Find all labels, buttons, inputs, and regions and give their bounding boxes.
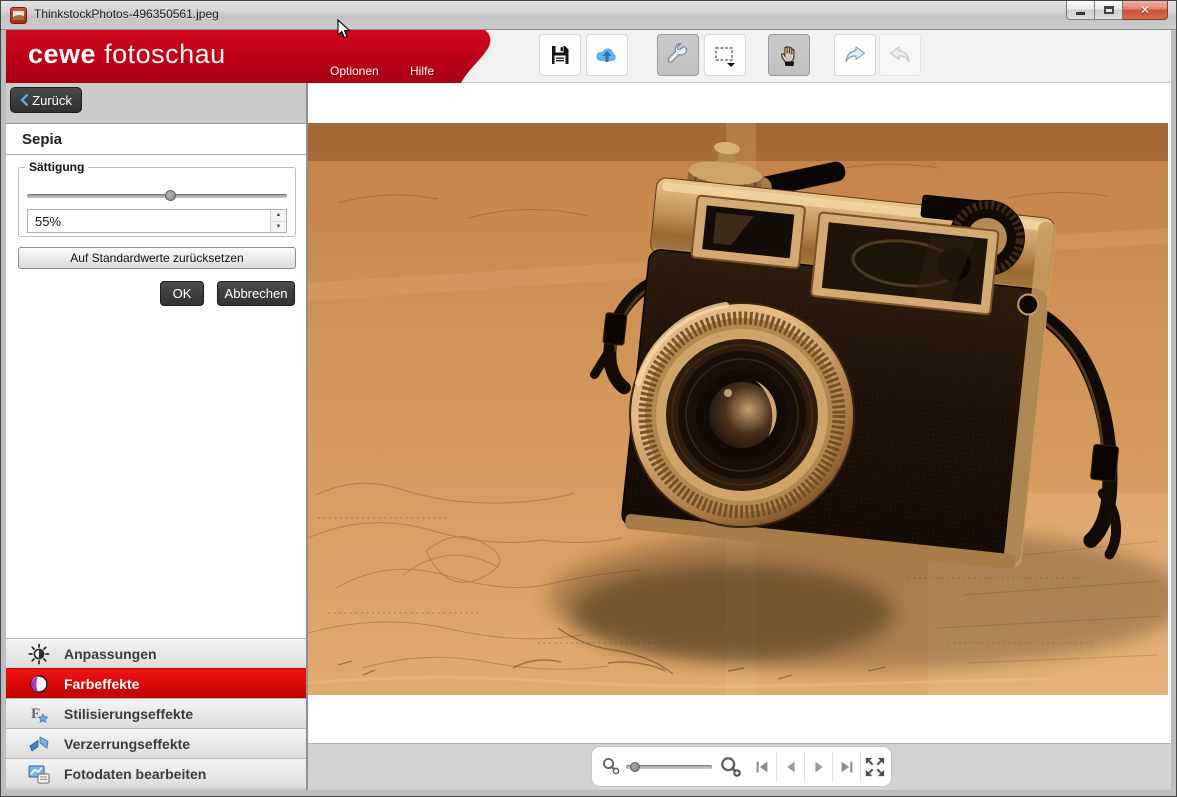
zoom-in-button[interactable] [718, 754, 744, 780]
menu-hilfe[interactable]: Hilfe [410, 64, 434, 78]
menu-optionen[interactable]: Optionen [330, 64, 379, 78]
close-icon: ✕ [1140, 3, 1150, 17]
color-drop-icon [28, 673, 50, 695]
back-label: Zurück [32, 93, 72, 108]
app-body: Zurück Sepia Sättigung 55% ▲ ▼ [6, 83, 1171, 790]
upload-button[interactable] [586, 34, 628, 76]
magnifier-minus-icon [600, 756, 622, 778]
content-column [308, 83, 1171, 790]
minimize-button[interactable] [1066, 1, 1095, 20]
expand-arrows-icon [864, 756, 886, 778]
selection-rectangle-icon [712, 42, 738, 68]
arrow-up-icon: ▲ [276, 212, 282, 218]
cancel-button[interactable]: Abbrechen [217, 281, 295, 306]
saturation-group: Sättigung 55% ▲ ▼ [18, 167, 296, 237]
category-list: Anpassungen Farbeffekte F Stilisieru [6, 638, 306, 788]
floppy-disk-icon [548, 43, 572, 67]
arrow-right-icon [811, 758, 827, 776]
saturation-slider-track[interactable] [27, 194, 287, 198]
close-button[interactable]: ✕ [1123, 1, 1168, 20]
share-button[interactable] [834, 34, 876, 76]
photo-canvas [308, 83, 1171, 743]
category-anpassungen[interactable]: Anpassungen [6, 638, 306, 668]
saturation-spinbox: 55% ▲ ▼ [27, 209, 287, 233]
window-title: ThinkstockPhotos-496350561.jpeg [34, 7, 219, 21]
saturation-value[interactable]: 55% [28, 210, 270, 232]
zoom-out-button[interactable] [598, 754, 624, 780]
statusbar [308, 743, 1171, 790]
last-image-button[interactable] [832, 752, 860, 782]
saturation-spin-buttons: ▲ ▼ [270, 210, 286, 232]
category-label: Farbeffekte [64, 676, 139, 692]
saturation-slider-thumb[interactable] [165, 190, 176, 201]
category-label: Stilisierungseffekte [64, 706, 193, 722]
undo-button[interactable] [879, 34, 921, 76]
category-label: Anpassungen [64, 646, 157, 662]
skip-last-icon [838, 758, 856, 776]
zoom-toolbar [591, 746, 892, 787]
sidebar: Zurück Sepia Sättigung 55% ▲ ▼ [6, 83, 308, 790]
panel-title: Sepia [6, 124, 306, 155]
brightness-sun-icon [28, 643, 50, 665]
window-controls: ✕ [1066, 1, 1168, 20]
menubar: Optionen Hilfe [6, 30, 476, 83]
photo-vintage-camera[interactable] [308, 123, 1168, 695]
arrow-left-icon [783, 758, 799, 776]
pan-tool-button[interactable] [768, 34, 810, 76]
zoom-slider-thumb[interactable] [630, 762, 640, 772]
saturation-slider[interactable] [27, 190, 287, 201]
wrench-icon [666, 43, 690, 67]
svg-text:F: F [31, 706, 40, 722]
tool-settings-button[interactable] [657, 34, 699, 76]
category-stilisierungseffekte[interactable]: F Stilisierungseffekte [6, 698, 306, 728]
navigation-group [748, 747, 888, 786]
back-button[interactable]: Zurück [10, 87, 82, 113]
next-image-button[interactable] [804, 752, 832, 782]
category-label: Verzerrungseffekte [64, 736, 190, 752]
reset-defaults-button[interactable]: Auf Standardwerte zurücksetzen [18, 247, 296, 269]
hand-icon [777, 42, 801, 68]
camera-lens [630, 303, 854, 527]
curved-arrow-right-icon [842, 43, 868, 67]
category-farbeffekte[interactable]: Farbeffekte [6, 668, 306, 698]
maximize-icon [1104, 6, 1114, 14]
save-button[interactable] [539, 34, 581, 76]
spin-down-button[interactable]: ▼ [271, 222, 286, 233]
curved-arrow-left-icon [887, 43, 913, 67]
magnifier-plus-icon [718, 754, 744, 780]
ok-button[interactable]: OK [160, 281, 204, 306]
zoom-slider[interactable] [626, 761, 712, 773]
cloud-upload-icon [594, 43, 620, 67]
arrow-down-icon: ▼ [276, 224, 282, 230]
category-label: Fotodaten bearbeiten [64, 766, 206, 782]
effect-panel: Sepia Sättigung 55% ▲ ▼ Au [6, 123, 306, 638]
previous-image-button[interactable] [776, 752, 804, 782]
app-icon [10, 7, 27, 24]
letter-f-star-icon: F [28, 703, 50, 725]
dropdown-arrow-icon [727, 63, 735, 67]
category-verzerrungseffekte[interactable]: Verzerrungseffekte [6, 728, 306, 758]
header: cewe fotoschau Optionen Hilfe [6, 30, 1171, 83]
spin-up-button[interactable]: ▲ [271, 210, 286, 222]
first-image-button[interactable] [748, 752, 776, 782]
app-window: ThinkstockPhotos-496350561.jpeg ✕ cewe f… [0, 0, 1177, 797]
category-fotodaten[interactable]: Fotodaten bearbeiten [6, 758, 306, 788]
titlebar: ThinkstockPhotos-496350561.jpeg ✕ [1, 1, 1176, 30]
maximize-button[interactable] [1095, 1, 1123, 20]
photo-data-icon [28, 763, 50, 785]
distort-pinch-icon [28, 733, 50, 755]
fullscreen-button[interactable] [860, 752, 888, 782]
minimize-icon [1076, 12, 1085, 15]
chevron-left-icon [20, 94, 28, 106]
selection-tool-button[interactable] [704, 34, 746, 76]
saturation-label: Sättigung [25, 160, 88, 174]
skip-first-icon [753, 758, 771, 776]
